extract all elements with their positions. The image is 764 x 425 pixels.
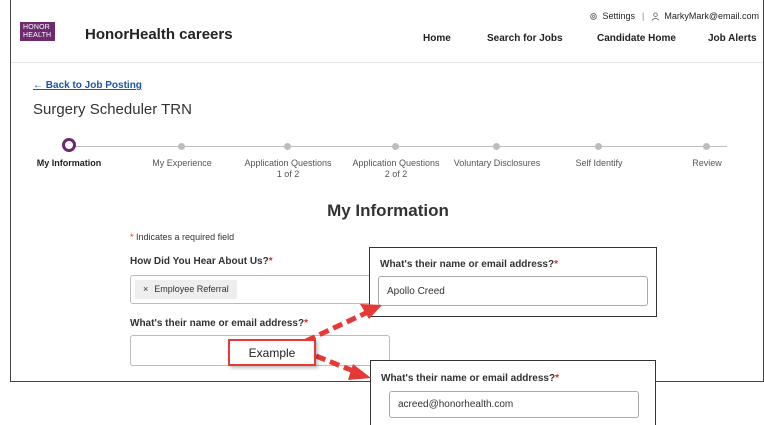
referrer-name-label: What's their name or email address?* [130, 318, 309, 329]
how-did-you-hear-field[interactable]: × Employee Referral [130, 275, 380, 304]
example-callout-email: What's their name or email address?* acr… [370, 360, 656, 425]
selected-chip[interactable]: × Employee Referral [135, 280, 237, 299]
back-to-job-posting-link[interactable]: ← Back to Job Posting [33, 80, 142, 91]
user-email[interactable]: MarkyMark@email.com [664, 11, 759, 21]
step-my-experience[interactable]: My Experience [137, 158, 227, 169]
nav-job-alerts[interactable]: Job Alerts [708, 33, 757, 44]
section-title: My Information [327, 201, 449, 220]
honorhealth-logo[interactable]: HONOR HEALTH [20, 22, 55, 41]
callout-email-input[interactable]: acreed@honorhealth.com [389, 391, 639, 418]
step-application-questions-1[interactable]: Application Questions 1 of 2 [243, 158, 333, 180]
separator: | [642, 11, 645, 21]
nav-search-for-jobs[interactable]: Search for Jobs [487, 33, 563, 44]
settings-link[interactable]: Settings [602, 11, 635, 21]
callout-email-label: What's their name or email address?* [381, 373, 560, 384]
brand-title[interactable]: HonorHealth careers [85, 26, 233, 43]
step-dot-review[interactable] [703, 143, 710, 150]
step-voluntary-disclosures[interactable]: Voluntary Disclosures [452, 158, 542, 169]
user-icon [651, 11, 660, 21]
example-label: Example [228, 339, 316, 366]
callout-name-label: What's their name or email address?* [380, 259, 559, 270]
nav-home[interactable]: Home [423, 33, 451, 44]
callout-name-input[interactable]: Apollo Creed [378, 276, 648, 306]
step-dot-voluntary-disclosures[interactable] [493, 143, 500, 150]
step-dot-self-identify[interactable] [595, 143, 602, 150]
close-icon[interactable]: × [143, 284, 148, 294]
arrow-left-icon: ← [33, 80, 46, 91]
step-review[interactable]: Review [662, 158, 752, 169]
gear-icon [590, 12, 598, 20]
step-dot-my-experience[interactable] [178, 143, 185, 150]
how-did-you-hear-label: How Did You Hear About Us?* [130, 256, 273, 267]
required-note: * Indicates a required field [130, 232, 235, 242]
step-my-information[interactable]: My Information [24, 158, 114, 169]
utility-bar: Settings | MarkyMark@email.com [589, 11, 759, 21]
nav-candidate-home[interactable]: Candidate Home [597, 33, 676, 44]
example-callout-name: What's their name or email address?* Apo… [369, 247, 657, 317]
step-dot-application-questions-1[interactable] [284, 143, 291, 150]
application-page: HONOR HEALTH HonorHealth careers Setting… [10, 0, 764, 382]
job-title: Surgery Scheduler TRN [33, 101, 192, 118]
header-divider [11, 62, 763, 63]
step-self-identify[interactable]: Self Identify [554, 158, 644, 169]
step-dot-application-questions-2[interactable] [392, 143, 399, 150]
step-dot-my-information[interactable] [62, 138, 76, 152]
step-application-questions-2[interactable]: Application Questions 2 of 2 [351, 158, 441, 180]
